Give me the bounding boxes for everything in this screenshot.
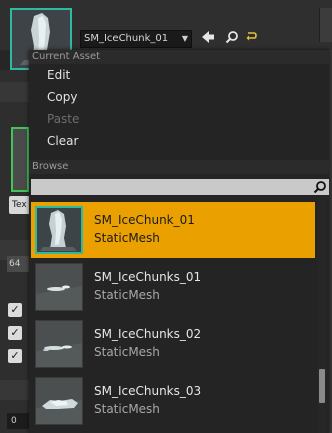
- ice-chunks-thumbnail-icon: [36, 321, 82, 367]
- ice-chunks-thumbnail-icon: [36, 264, 82, 310]
- details-panel: SM_IceChunk_01 ▼ Tex 64 ✓ ✓ ✓ 0 Current …: [0, 0, 332, 433]
- left-property-row: [0, 82, 29, 102]
- asset-type: StaticMesh: [94, 231, 160, 245]
- arrow-left-icon[interactable]: [200, 30, 216, 48]
- texture-thumbnail[interactable]: [11, 127, 29, 192]
- menu-item-clear[interactable]: Clear: [29, 130, 329, 152]
- list-item[interactable]: SM_IceChunks_01 StaticMesh: [31, 259, 315, 315]
- asset-thumbnail: [35, 320, 83, 368]
- check-icon[interactable]: ✓: [8, 326, 22, 340]
- scrollbar[interactable]: [317, 200, 327, 433]
- asset-thumbnail: [35, 206, 83, 254]
- asset-list: SM_IceChunk_01 StaticMesh SM_IceChunks_0…: [29, 200, 315, 433]
- check-icon[interactable]: ✓: [8, 349, 22, 363]
- list-item[interactable]: SM_IceChunks_02 StaticMesh: [31, 316, 315, 372]
- search-input[interactable]: [31, 179, 315, 195]
- check-icon[interactable]: ✓: [8, 303, 22, 317]
- menu-item-copy[interactable]: Copy: [29, 86, 329, 108]
- list-item[interactable]: SM_IceChunks_03 StaticMesh: [31, 373, 315, 429]
- left-property-row: [0, 380, 29, 400]
- chevron-down-icon: ▼: [181, 34, 188, 43]
- resolution-field[interactable]: 64: [7, 256, 29, 272]
- scroll-corner: [319, 8, 332, 42]
- search-box[interactable]: [31, 179, 329, 195]
- asset-type: StaticMesh: [94, 288, 160, 302]
- asset-name: SM_IceChunks_03: [94, 384, 202, 398]
- browse-header: Browse: [29, 160, 329, 174]
- scrollbar-thumb[interactable]: [319, 369, 325, 403]
- list-item[interactable]: SM_IceChunk_01 StaticMesh: [31, 202, 315, 258]
- reset-arrow-icon[interactable]: [244, 30, 260, 48]
- ice-chunks-thumbnail-icon: [36, 378, 82, 424]
- asset-name: SM_IceChunks_01: [94, 270, 202, 284]
- asset-thumbnail: [35, 377, 83, 425]
- menu-item-paste: Paste: [47, 112, 80, 126]
- asset-combo-value: SM_IceChunk_01: [84, 33, 169, 44]
- asset-type: StaticMesh: [94, 345, 160, 359]
- current-asset-header: Current Asset: [29, 50, 329, 64]
- asset-thumbnail: [35, 263, 83, 311]
- search-icon[interactable]: [313, 180, 327, 194]
- asset-name: SM_IceChunk_01: [94, 213, 195, 227]
- menu-item-edit[interactable]: Edit: [29, 64, 329, 86]
- asset-type: StaticMesh: [94, 402, 160, 416]
- texture-tab-label[interactable]: Tex: [9, 196, 29, 214]
- asset-combo-box[interactable]: SM_IceChunk_01 ▼: [80, 30, 192, 48]
- ice-chunk-thumbnail-icon: [37, 208, 81, 252]
- numeric-field[interactable]: 0: [7, 413, 29, 429]
- search-icon[interactable]: [224, 30, 240, 48]
- asset-name: SM_IceChunks_02: [94, 327, 202, 341]
- asset-picker-popup: Current Asset Edit Copy Paste Clear Brow…: [29, 50, 329, 433]
